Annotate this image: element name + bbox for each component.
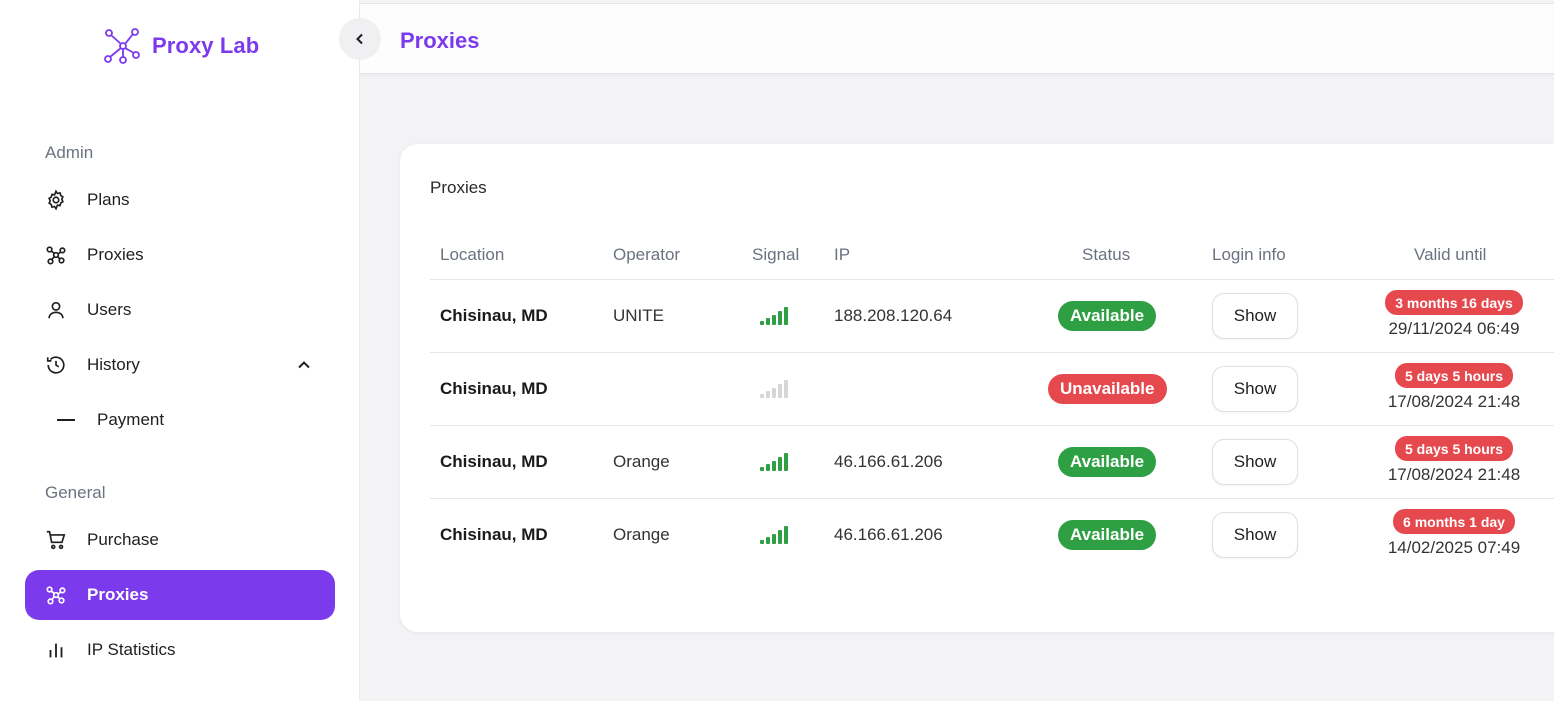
cell-location: Chisinau, MD [440,379,548,398]
proxy-nodes-icon [45,584,67,606]
sidebar-item-proxies[interactable]: Proxies [25,570,335,620]
valid-until-date: 17/08/2024 21:48 [1387,465,1521,484]
cell-location: Chisinau, MD [440,306,548,325]
cell-location: Chisinau, MD [440,452,548,471]
gear-icon [45,189,67,211]
column-header-status: Status [1082,245,1131,264]
sidebar-item-history[interactable]: History [25,340,335,390]
chevron-up-icon[interactable] [295,356,313,374]
sidebar-subitem-payment[interactable]: Payment [57,398,335,442]
sidebar: Proxy Lab Admin Plans Proxies Users Hist… [0,0,360,701]
sidebar-item-label: IP Statistics [87,640,176,659]
table-row: Chisinau, MD Unavailable Show 5 days 5 h… [430,352,1554,425]
cell-ip: 188.208.120.64 [834,306,953,325]
sidebar-collapse-button[interactable] [339,18,381,60]
column-header-ip: IP [834,245,851,264]
dash-icon [57,419,75,421]
valid-until-date: 14/02/2025 07:49 [1387,538,1521,557]
table-row: Chisinau, MD UNITE 188.208.120.64 Availa… [430,279,1554,352]
chevron-left-icon [356,33,363,45]
page-header: Proxies [360,4,1554,74]
sidebar-item-users[interactable]: Users [25,285,335,335]
show-login-button[interactable]: Show [1212,366,1298,412]
cell-ip: 46.166.61.206 [834,452,943,471]
table-row: Chisinau, MD Orange 46.166.61.206 Availa… [430,425,1554,498]
cell-operator: UNITE [613,306,664,325]
network-logo-icon [104,28,140,64]
valid-until-date: 29/11/2024 06:49 [1388,319,1520,338]
remaining-badge: 6 months 1 day [1393,509,1515,534]
remaining-badge: 5 days 5 hours [1394,436,1514,461]
column-header-valid-until: Valid until [1414,245,1487,264]
column-header-location: Location [440,245,505,264]
valid-until-date: 17/08/2024 21:48 [1387,392,1521,411]
card-title: Proxies [430,178,487,197]
bar-chart-icon [45,639,67,661]
proxy-nodes-icon [45,244,67,266]
cell-operator: Orange [613,525,670,544]
signal-strength-icon [760,378,792,398]
sidebar-item-label: Plans [87,190,130,209]
history-icon [45,354,67,376]
valid-until-cell: 6 months 1 day 14/02/2025 07:49 [1374,509,1534,558]
page-title: Proxies [400,28,480,53]
sidebar-item-plans[interactable]: Plans [25,175,335,225]
valid-until-cell: 5 days 5 hours 17/08/2024 21:48 [1374,363,1534,412]
user-icon [45,299,67,321]
section-label-general: General [45,483,106,502]
cell-location: Chisinau, MD [440,525,548,544]
cell-ip: 46.166.61.206 [834,525,943,544]
status-badge: Available [1058,301,1157,331]
signal-strength-icon [760,524,792,544]
sidebar-item-label: Users [87,300,132,319]
brand-logo[interactable]: Proxy Lab [103,27,259,65]
column-header-signal: Signal [752,245,800,264]
sidebar-item-label: Purchase [87,530,159,549]
valid-until-cell: 5 days 5 hours 17/08/2024 21:48 [1374,436,1534,485]
status-badge: Unavailable [1048,374,1167,404]
signal-strength-icon [760,305,792,325]
sidebar-item-proxies-admin[interactable]: Proxies [25,230,335,280]
show-login-button[interactable]: Show [1212,293,1298,339]
cell-operator: Orange [613,452,670,471]
sidebar-item-label: Proxies [87,585,149,604]
brand-name: Proxy Lab [152,33,260,58]
signal-strength-icon [760,451,792,471]
column-header-operator: Operator [613,245,681,264]
cart-icon [45,529,67,551]
remaining-badge: 5 days 5 hours [1394,363,1514,388]
show-login-button[interactable]: Show [1212,512,1298,558]
sidebar-item-purchase[interactable]: Purchase [25,515,335,565]
show-login-button[interactable]: Show [1212,439,1298,485]
section-label-admin: Admin [45,143,94,162]
valid-until-cell: 3 months 16 days 29/11/2024 06:49 [1374,290,1534,339]
status-badge: Available [1058,447,1157,477]
table-row: Chisinau, MD Orange 46.166.61.206 Availa… [430,498,1554,571]
sidebar-item-ip-statistics[interactable]: IP Statistics [25,625,335,675]
sidebar-item-label: Proxies [87,245,144,264]
proxies-card: Proxies Location Operator Signal IP Stat… [400,144,1554,632]
remaining-badge: 3 months 16 days [1385,290,1523,315]
sidebar-item-label: History [87,355,140,374]
status-badge: Available [1058,520,1157,550]
column-header-login-info: Login info [1212,245,1286,264]
sidebar-subitem-label: Payment [97,410,165,429]
